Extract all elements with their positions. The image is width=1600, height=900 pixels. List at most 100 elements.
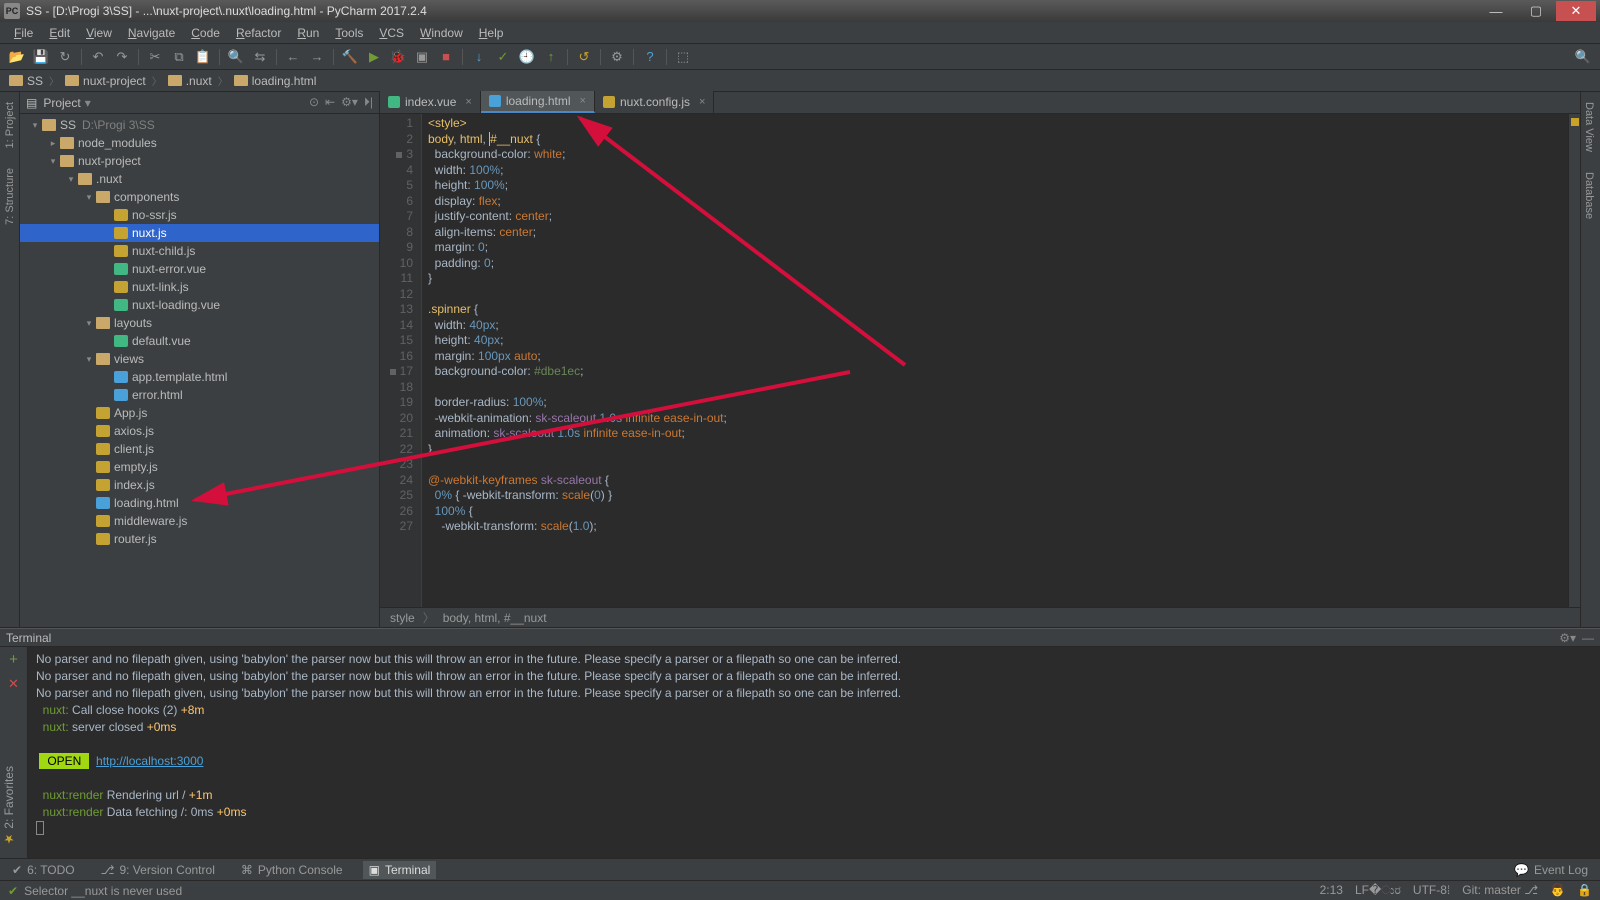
editor-tab[interactable]: nuxt.config.js× bbox=[595, 91, 714, 113]
tree-item[interactable]: default.vue bbox=[20, 332, 379, 350]
cursor-position[interactable]: 2:13 bbox=[1320, 883, 1343, 898]
menu-help[interactable]: Help bbox=[471, 23, 512, 43]
git-branch[interactable]: Git: master ⎇ bbox=[1462, 883, 1538, 898]
back-icon[interactable]: ← bbox=[282, 47, 304, 67]
collapse-all-icon[interactable]: ⇤ bbox=[325, 95, 335, 110]
tree-item[interactable]: loading.html bbox=[20, 494, 379, 512]
save-icon[interactable]: 💾 bbox=[30, 47, 52, 67]
tree-item[interactable]: nuxt-link.js bbox=[20, 278, 379, 296]
menu-refactor[interactable]: Refactor bbox=[228, 23, 289, 43]
menu-edit[interactable]: Edit bbox=[41, 23, 78, 43]
editor-tab[interactable]: loading.html× bbox=[481, 91, 595, 113]
tree-item[interactable]: nuxt-error.vue bbox=[20, 260, 379, 278]
tree-item[interactable]: ▾.nuxt bbox=[20, 170, 379, 188]
coverage-icon[interactable]: ▣ bbox=[411, 47, 433, 67]
menu-code[interactable]: Code bbox=[183, 23, 228, 43]
close-tab-icon[interactable]: × bbox=[465, 96, 471, 108]
sync-icon[interactable]: ↻ bbox=[54, 47, 76, 67]
help-icon[interactable]: ? bbox=[639, 47, 661, 67]
tree-item[interactable]: ▸node_modules bbox=[20, 134, 379, 152]
tool-tab[interactable]: 1: Project bbox=[2, 92, 18, 158]
vcs-update-icon[interactable]: ↓ bbox=[468, 47, 490, 67]
build-icon[interactable]: 🔨 bbox=[339, 47, 361, 67]
revert-icon[interactable]: ↺ bbox=[573, 47, 595, 67]
scroll-to-source-icon[interactable]: ⊙ bbox=[309, 95, 319, 110]
breadcrumb-item[interactable]: .nuxt bbox=[165, 74, 215, 88]
menu-view[interactable]: View bbox=[78, 23, 120, 43]
close-tab-icon[interactable]: × bbox=[580, 95, 586, 107]
line-gutter[interactable]: 1234567891011121314151617181920212223242… bbox=[380, 114, 422, 607]
vcs-history-icon[interactable]: 🕘 bbox=[516, 47, 538, 67]
undo-icon[interactable]: ↶ bbox=[87, 47, 109, 67]
menu-run[interactable]: Run bbox=[289, 23, 327, 43]
inspection-icon[interactable]: 👨 bbox=[1550, 883, 1565, 898]
terminal-output[interactable]: No parser and no filepath given, using '… bbox=[28, 647, 1600, 858]
tree-item[interactable]: nuxt-loading.vue bbox=[20, 296, 379, 314]
bottom-tab[interactable]: ⎇9: Version Control bbox=[95, 861, 221, 879]
tree-item[interactable]: ▾nuxt-project bbox=[20, 152, 379, 170]
vcs-commit-icon[interactable]: ✓ bbox=[492, 47, 514, 67]
close-button[interactable]: ✕ bbox=[1556, 1, 1596, 21]
tree-item[interactable]: axios.js bbox=[20, 422, 379, 440]
menu-tools[interactable]: Tools bbox=[327, 23, 371, 43]
bottom-tab[interactable]: ✔6: TODO bbox=[6, 861, 81, 879]
code-breadcrumb[interactable]: style〉body, html, #__nuxt bbox=[380, 607, 1580, 627]
breadcrumb-item[interactable]: loading.html bbox=[231, 74, 320, 88]
tree-item[interactable]: router.js bbox=[20, 530, 379, 548]
stop-icon[interactable]: ■ bbox=[435, 47, 457, 67]
code-breadcrumb-item[interactable]: style bbox=[390, 611, 415, 625]
line-separator[interactable]: LF�ುರ bbox=[1355, 883, 1401, 898]
project-tree[interactable]: ▾SSD:\Progi 3\SS▸node_modules▾nuxt-proje… bbox=[20, 114, 379, 627]
emmet-icon[interactable]: ⬚ bbox=[672, 47, 694, 67]
code-editor[interactable]: <style>body, html, #__nuxt { background-… bbox=[422, 114, 1568, 607]
tree-item[interactable]: app.template.html bbox=[20, 368, 379, 386]
code-breadcrumb-item[interactable]: body, html, #__nuxt bbox=[443, 611, 547, 625]
cut-icon[interactable]: ✂ bbox=[144, 47, 166, 67]
replace-icon[interactable]: ⇆ bbox=[249, 47, 271, 67]
file-encoding[interactable]: UTF-8⁞ bbox=[1413, 883, 1450, 898]
tree-item[interactable]: index.js bbox=[20, 476, 379, 494]
redo-icon[interactable]: ↷ bbox=[111, 47, 133, 67]
close-tab-icon[interactable]: × bbox=[699, 96, 705, 108]
menu-vcs[interactable]: VCS bbox=[371, 23, 412, 43]
tree-item[interactable]: client.js bbox=[20, 440, 379, 458]
settings-gear-icon[interactable]: ⚙▾ bbox=[341, 95, 358, 110]
new-session-icon[interactable]: + bbox=[9, 651, 18, 668]
tree-item[interactable]: error.html bbox=[20, 386, 379, 404]
tree-item[interactable]: ▾SSD:\Progi 3\SS bbox=[20, 116, 379, 134]
hide-icon[interactable]: ⏵| bbox=[364, 95, 373, 110]
editor-tab[interactable]: index.vue× bbox=[380, 91, 481, 113]
tree-item[interactable]: nuxt.js bbox=[20, 224, 379, 242]
maximize-button[interactable]: ▢ bbox=[1516, 1, 1556, 21]
minimize-button[interactable]: — bbox=[1476, 1, 1516, 21]
settings-icon[interactable]: ⚙ bbox=[606, 47, 628, 67]
menu-navigate[interactable]: Navigate bbox=[120, 23, 183, 43]
tool-tab[interactable]: 7: Structure bbox=[2, 158, 18, 235]
project-view-dropdown[interactable]: Project bbox=[43, 96, 90, 110]
favorites-tab[interactable]: ★ 2: Favorites bbox=[0, 758, 20, 854]
vcs-push-icon[interactable]: ↑ bbox=[540, 47, 562, 67]
terminal-settings-icon[interactable]: ⚙▾ bbox=[1559, 631, 1576, 645]
menu-window[interactable]: Window bbox=[412, 23, 471, 43]
tree-item[interactable]: nuxt-child.js bbox=[20, 242, 379, 260]
search-everywhere-icon[interactable]: 🔍 bbox=[1572, 47, 1594, 67]
tree-item[interactable]: App.js bbox=[20, 404, 379, 422]
tool-tab[interactable]: Data View bbox=[1581, 92, 1597, 162]
tree-item[interactable]: empty.js bbox=[20, 458, 379, 476]
tree-item[interactable]: ▾layouts bbox=[20, 314, 379, 332]
breadcrumb-item[interactable]: nuxt-project bbox=[62, 74, 149, 88]
breadcrumb-item[interactable]: SS bbox=[6, 74, 46, 88]
tool-tab[interactable]: Database bbox=[1581, 162, 1597, 229]
open-icon[interactable]: 📂 bbox=[6, 47, 28, 67]
tree-item[interactable]: middleware.js bbox=[20, 512, 379, 530]
menu-file[interactable]: File bbox=[6, 23, 41, 43]
lock-icon[interactable]: 🔒 bbox=[1577, 883, 1592, 898]
tree-item[interactable]: ▾views bbox=[20, 350, 379, 368]
tree-item[interactable]: ▾components bbox=[20, 188, 379, 206]
run-icon[interactable]: ▶ bbox=[363, 47, 385, 67]
error-stripe[interactable] bbox=[1568, 114, 1580, 607]
close-session-icon[interactable]: ✕ bbox=[8, 676, 19, 692]
bottom-tab[interactable]: ⌘Python Console bbox=[235, 861, 349, 879]
terminal-hide-icon[interactable]: — bbox=[1582, 631, 1594, 645]
paste-icon[interactable]: 📋 bbox=[192, 47, 214, 67]
